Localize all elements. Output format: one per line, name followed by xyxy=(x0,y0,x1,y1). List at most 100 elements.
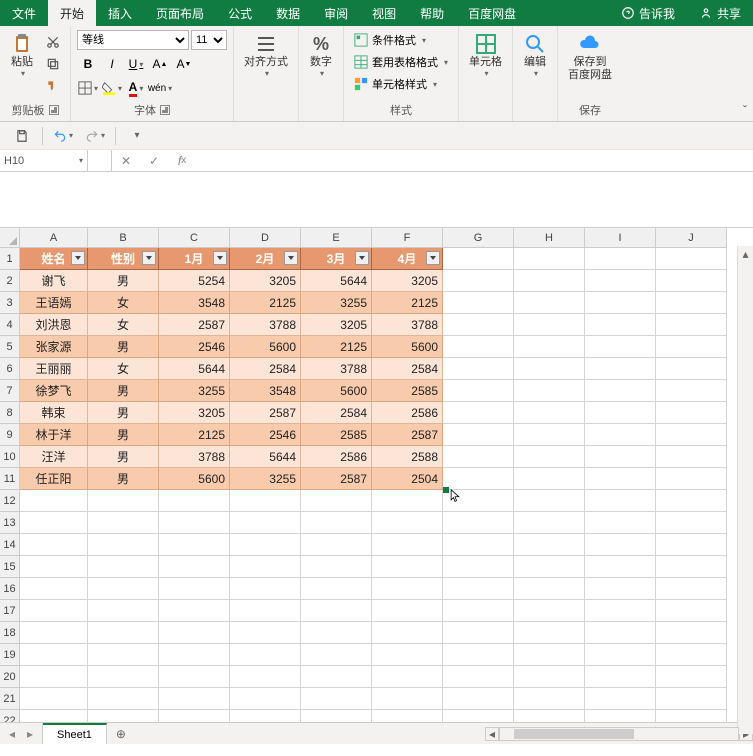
cell-D15[interactable] xyxy=(230,556,301,578)
cell-F4[interactable]: 3788 xyxy=(372,314,443,336)
cell-G22[interactable] xyxy=(443,710,514,722)
cell-F12[interactable] xyxy=(372,490,443,512)
cell-H1[interactable] xyxy=(514,248,585,270)
cell-B17[interactable] xyxy=(88,600,159,622)
row-header-15[interactable]: 15 xyxy=(0,556,20,578)
tell-me[interactable]: 告诉我 xyxy=(609,0,687,26)
tab-data[interactable]: 数据 xyxy=(264,0,312,26)
cell-I1[interactable] xyxy=(585,248,656,270)
cell-E3[interactable]: 3255 xyxy=(301,292,372,314)
cell-I19[interactable] xyxy=(585,644,656,666)
redo-button[interactable]: ▾ xyxy=(83,125,107,147)
name-box[interactable]: H10▾ xyxy=(0,150,88,171)
format-as-table-button[interactable]: 套用表格格式▾ xyxy=(350,52,452,72)
cell-F17[interactable] xyxy=(372,600,443,622)
cell-J8[interactable] xyxy=(656,402,727,424)
cell-I11[interactable] xyxy=(585,468,656,490)
cell-A2[interactable]: 谢飞 xyxy=(20,270,88,292)
cell-F21[interactable] xyxy=(372,688,443,710)
add-sheet-button[interactable]: ⊕ xyxy=(107,723,135,744)
cell-E20[interactable] xyxy=(301,666,372,688)
col-header-J[interactable]: J xyxy=(656,228,727,248)
cell-G1[interactable] xyxy=(443,248,514,270)
cell-E5[interactable]: 2125 xyxy=(301,336,372,358)
cell-A5[interactable]: 张家源 xyxy=(20,336,88,358)
cell-J5[interactable] xyxy=(656,336,727,358)
cell-H3[interactable] xyxy=(514,292,585,314)
cell-I6[interactable] xyxy=(585,358,656,380)
filter-button-D[interactable] xyxy=(284,251,298,265)
cell-D1[interactable]: 2月 xyxy=(230,248,301,270)
col-header-G[interactable]: G xyxy=(443,228,514,248)
cell-F11[interactable]: 2504 xyxy=(372,468,443,490)
cell-G11[interactable] xyxy=(443,468,514,490)
cell-G19[interactable] xyxy=(443,644,514,666)
cell-I14[interactable] xyxy=(585,534,656,556)
cell-G21[interactable] xyxy=(443,688,514,710)
cell-I4[interactable] xyxy=(585,314,656,336)
horizontal-scrollbar[interactable] xyxy=(499,727,739,741)
cell-B7[interactable]: 男 xyxy=(88,380,159,402)
cell-A8[interactable]: 韩束 xyxy=(20,402,88,424)
tab-insert[interactable]: 插入 xyxy=(96,0,144,26)
cell-A9[interactable]: 林于洋 xyxy=(20,424,88,446)
cell-C8[interactable]: 3205 xyxy=(159,402,230,424)
grow-font-button[interactable]: A▲ xyxy=(149,54,171,74)
border-button[interactable]: ▾ xyxy=(77,78,99,98)
cell-H19[interactable] xyxy=(514,644,585,666)
cell-G4[interactable] xyxy=(443,314,514,336)
cell-D21[interactable] xyxy=(230,688,301,710)
cell-D4[interactable]: 3788 xyxy=(230,314,301,336)
cell-J18[interactable] xyxy=(656,622,727,644)
column-headers[interactable]: ABCDEFGHIJ xyxy=(20,228,727,248)
qat-customize[interactable]: ▾ xyxy=(124,125,148,147)
tab-help[interactable]: 帮助 xyxy=(408,0,456,26)
cell-I15[interactable] xyxy=(585,556,656,578)
cell-G6[interactable] xyxy=(443,358,514,380)
clipboard-dialog-launcher[interactable] xyxy=(49,105,59,115)
row-header-3[interactable]: 3 xyxy=(0,292,20,314)
cell-E22[interactable] xyxy=(301,710,372,722)
cell-A14[interactable] xyxy=(20,534,88,556)
row-header-5[interactable]: 5 xyxy=(0,336,20,358)
underline-button[interactable]: U▾ xyxy=(125,54,147,74)
cell-H20[interactable] xyxy=(514,666,585,688)
cell-C9[interactable]: 2125 xyxy=(159,424,230,446)
cell-G3[interactable] xyxy=(443,292,514,314)
cell-I21[interactable] xyxy=(585,688,656,710)
cell-E1[interactable]: 3月 xyxy=(301,248,372,270)
cell-G5[interactable] xyxy=(443,336,514,358)
cell-I7[interactable] xyxy=(585,380,656,402)
cell-C21[interactable] xyxy=(159,688,230,710)
row-header-2[interactable]: 2 xyxy=(0,270,20,292)
cell-G13[interactable] xyxy=(443,512,514,534)
cell-A3[interactable]: 王语嫣 xyxy=(20,292,88,314)
cell-A20[interactable] xyxy=(20,666,88,688)
cell-H17[interactable] xyxy=(514,600,585,622)
cell-I9[interactable] xyxy=(585,424,656,446)
row-header-1[interactable]: 1 xyxy=(0,248,20,270)
number-format-button[interactable]: % 数字 ▾ xyxy=(305,30,337,80)
cell-J20[interactable] xyxy=(656,666,727,688)
cell-C16[interactable] xyxy=(159,578,230,600)
cell-J22[interactable] xyxy=(656,710,727,722)
formula-input[interactable] xyxy=(196,150,753,171)
cell-F2[interactable]: 3205 xyxy=(372,270,443,292)
cell-I22[interactable] xyxy=(585,710,656,722)
share-button[interactable]: 共享 xyxy=(687,0,753,26)
cell-C15[interactable] xyxy=(159,556,230,578)
cell-J4[interactable] xyxy=(656,314,727,336)
cell-G20[interactable] xyxy=(443,666,514,688)
cell-I8[interactable] xyxy=(585,402,656,424)
col-header-H[interactable]: H xyxy=(514,228,585,248)
alignment-button[interactable]: 对齐方式 ▾ xyxy=(240,30,292,80)
cell-A17[interactable] xyxy=(20,600,88,622)
cut-button[interactable] xyxy=(42,32,64,52)
cell-H22[interactable] xyxy=(514,710,585,722)
confirm-edit-button[interactable]: ✓ xyxy=(140,150,168,171)
phonetic-button[interactable]: wén▾ xyxy=(149,78,171,98)
cell-B5[interactable]: 男 xyxy=(88,336,159,358)
cell-D8[interactable]: 2587 xyxy=(230,402,301,424)
cell-styles-button[interactable]: 单元格样式▾ xyxy=(350,74,452,94)
cell-A6[interactable]: 王丽丽 xyxy=(20,358,88,380)
